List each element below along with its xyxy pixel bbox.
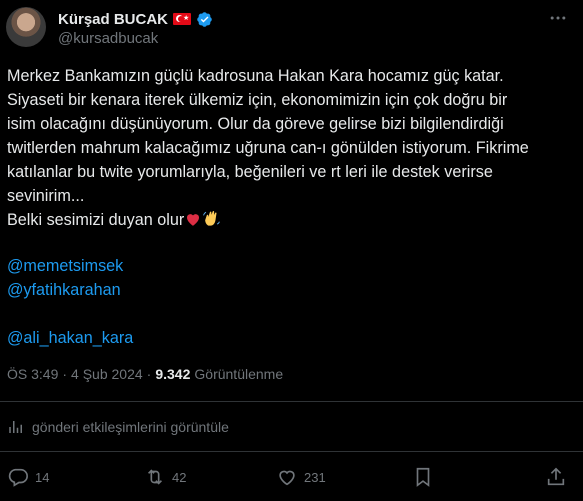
views-count: 9.342 (155, 366, 191, 382)
meta-separator-2: · (146, 366, 152, 382)
meta-separator: · (62, 366, 68, 382)
more-options-icon[interactable] (548, 8, 568, 28)
view-engagements-label: gönderi etkileşimlerini görüntüle (32, 419, 229, 435)
tweet-last-line: Belki sesimizi duyan olur (7, 211, 185, 229)
mention-memetsimsek[interactable]: @memetsimsek (7, 257, 123, 276)
divider-top (0, 401, 583, 402)
heart-icon (276, 466, 298, 488)
tweet-body: Merkez Bankamızın güçlü kadrosuna Hakan … (7, 67, 529, 205)
verified-badge-icon[interactable] (196, 11, 213, 28)
repost-count: 42 (172, 469, 187, 485)
reply-count: 14 (35, 469, 50, 485)
divider-bottom (0, 451, 583, 452)
author-name-row: Kürşad BUCAK ★ (58, 9, 213, 29)
share-icon (545, 466, 567, 488)
repost-icon (144, 466, 166, 488)
share-button[interactable] (545, 466, 567, 488)
views-label: Görüntülenme (194, 366, 284, 382)
turkey-flag-icon: ★ (173, 13, 192, 25)
tweet-date[interactable]: 4 Şub 2024 (71, 366, 143, 382)
avatar[interactable] (6, 7, 46, 47)
tweet-meta: ÖS 3:49 · 4 Şub 2024 · 9.342 Görüntülenm… (7, 366, 283, 382)
view-engagements-link[interactable]: gönderi etkileşimlerini görüntüle (7, 418, 229, 436)
tweet-text: Merkez Bankamızın güçlü kadrosuna Hakan … (7, 64, 577, 235)
action-bar: 14 42 231 (0, 466, 583, 492)
heart-emoji-icon (184, 210, 202, 235)
bookmark-icon (412, 466, 434, 488)
like-button[interactable]: 231 (276, 466, 326, 488)
tweet-time[interactable]: ÖS 3:49 (7, 366, 58, 382)
mention-yfatihkarahan[interactable]: @yfatihkarahan (7, 281, 121, 300)
analytics-icon (7, 418, 25, 436)
waving-hand-emoji-icon (202, 209, 221, 235)
author-handle[interactable]: @kursadbucak (58, 30, 158, 47)
reply-button[interactable]: 14 (7, 466, 49, 488)
mention-ali-hakan-kara[interactable]: @ali_hakan_kara (7, 329, 133, 348)
bookmark-button[interactable] (412, 466, 434, 488)
reply-icon (7, 466, 29, 488)
like-count: 231 (304, 469, 326, 485)
repost-button[interactable]: 42 (144, 466, 186, 488)
author-name[interactable]: Kürşad BUCAK (58, 11, 168, 28)
